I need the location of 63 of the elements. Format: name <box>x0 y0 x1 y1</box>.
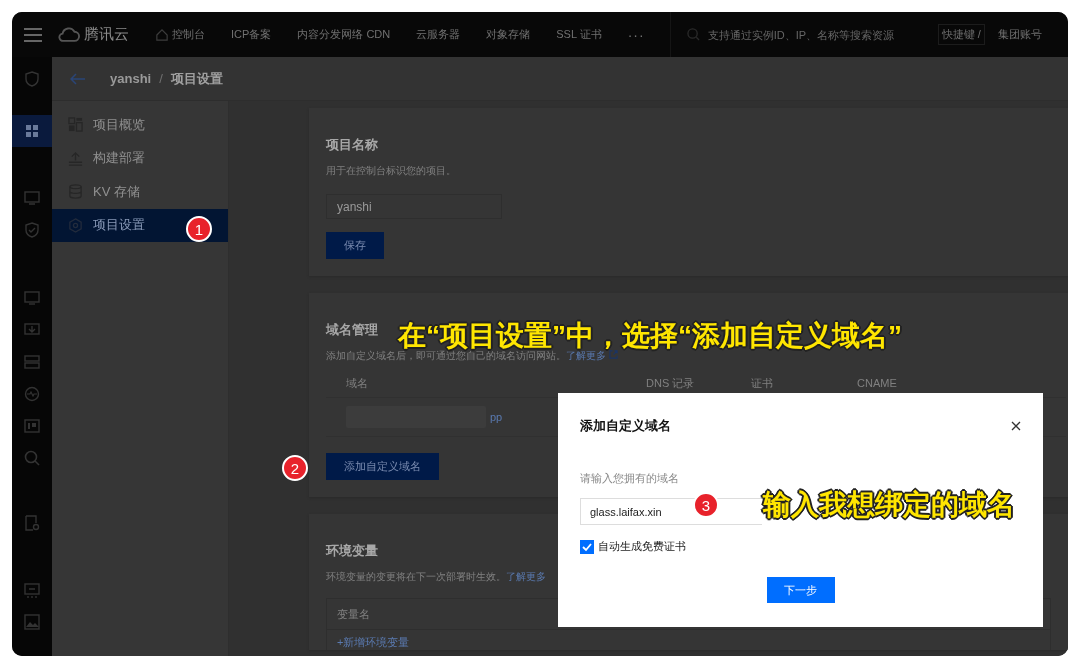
section-title: 域名管理 <box>326 321 378 339</box>
nav-link[interactable]: 控制台 <box>143 27 218 42</box>
shortcut-hint: 快捷键 / <box>937 24 985 45</box>
breadcrumb-link[interactable]: yanshi <box>110 71 152 86</box>
more-button[interactable]: ··· <box>614 26 658 43</box>
next-button[interactable]: 下一步 <box>766 577 835 603</box>
nav-link[interactable]: 云服务器 <box>403 27 474 42</box>
section-title: 环境变量 <box>326 542 378 560</box>
name-input[interactable]: yanshi <box>326 194 502 219</box>
breadcrumb-separator: / <box>159 71 163 86</box>
close-icon[interactable] <box>1011 421 1021 431</box>
shield-icon <box>24 71 40 87</box>
field-label: 请输入您拥有的域名 <box>580 471 680 486</box>
ip-icon <box>24 418 40 434</box>
monitor-icon <box>24 290 40 306</box>
checkbox-label: 自动生成免费证书 <box>598 539 686 554</box>
checkbox[interactable] <box>580 539 594 554</box>
column-header: CNAME <box>857 377 897 389</box>
account-menu[interactable]: 集团账号 <box>984 27 1055 42</box>
add-domain-button[interactable]: 添加自定义域名 <box>326 453 439 480</box>
cloud-logo-icon <box>58 27 80 42</box>
domain-link[interactable]: pp <box>490 411 503 423</box>
nav-link[interactable]: ICP备案 <box>218 27 285 42</box>
nav-link[interactable]: SSL 证书 <box>543 27 615 42</box>
save-button[interactable]: 保存 <box>326 232 384 259</box>
search-icon <box>686 28 700 41</box>
menu-item[interactable]: 构建部署 <box>52 141 228 175</box>
brand-name: 腾讯云 <box>84 25 129 44</box>
grid-icon <box>24 123 40 139</box>
checkmark-icon <box>582 541 592 552</box>
section-title: 项目名称 <box>326 136 378 154</box>
annotation-caption: 输入我想绑定的域名 <box>763 490 1015 520</box>
description-text: 用于在控制台标识您的项目。 <box>326 164 456 178</box>
image-icon <box>24 614 40 630</box>
home-icon <box>156 28 168 41</box>
menu-item[interactable]: 项目概览 <box>52 108 228 142</box>
column-header: 变量名 <box>337 606 370 622</box>
gear-icon <box>68 217 83 233</box>
back-arrow-icon[interactable] <box>70 72 86 85</box>
monitor-icon <box>24 190 40 206</box>
annotation-caption: 在“项目设置”中，选择“添加自定义域名” <box>398 321 902 351</box>
download-icon <box>24 322 40 338</box>
add-variable-link[interactable]: +新增环境变量 <box>337 635 410 650</box>
page-title: 项目设置 <box>170 69 223 88</box>
learn-more-link[interactable]: 了解更多 <box>566 350 618 361</box>
column-header: DNS 记录 <box>646 375 695 391</box>
learn-more-link[interactable]: 了解更多 <box>506 571 546 582</box>
menu-item[interactable]: KV 存储 <box>52 175 228 209</box>
pulse-icon <box>24 386 40 402</box>
rail-item[interactable] <box>12 115 52 147</box>
chip-icon <box>24 582 40 598</box>
column-header: 证书 <box>751 375 773 391</box>
shield-check-icon <box>24 222 40 238</box>
dialog-title: 添加自定义域名 <box>580 417 671 435</box>
nav-link[interactable]: 内容分发网络 CDN <box>284 27 404 42</box>
column-header: 域名 <box>346 375 368 391</box>
document-gear-icon <box>24 515 40 531</box>
menu-icon[interactable] <box>24 27 42 42</box>
nav-link[interactable]: 对象存储 <box>473 27 544 42</box>
search-icon <box>24 450 40 466</box>
list-icon <box>24 354 40 370</box>
search-field[interactable]: 支持通过实例ID、IP、名称等搜索资源 <box>707 28 898 41</box>
external-link-icon <box>609 350 618 359</box>
